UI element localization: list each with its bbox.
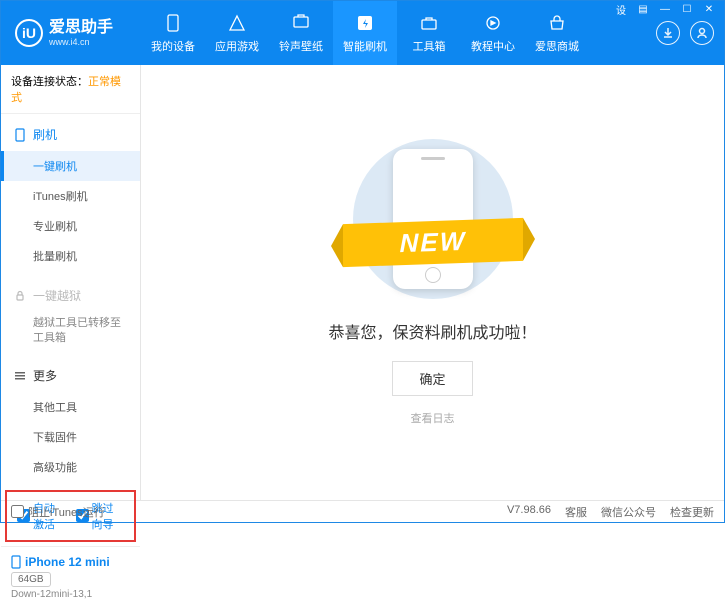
phone-icon [13, 128, 27, 142]
connection-status: 设备连接状态：正常模式 [1, 65, 140, 114]
nav-ringtone[interactable]: 铃声壁纸 [269, 1, 333, 65]
app-url: www.i4.cn [49, 37, 113, 47]
minimize-icon[interactable]: — [655, 2, 675, 16]
lock-icon [13, 289, 27, 303]
sidebar-item-oneclick-flash[interactable]: 一键刷机 [1, 151, 140, 181]
app-name: 爱思助手 [49, 19, 113, 37]
main-nav: 我的设备应用游戏铃声壁纸智能刷机工具箱教程中心爱思商城 [141, 1, 656, 65]
sidebar-item-batch-flash[interactable]: 批量刷机 [1, 241, 140, 271]
window-controls: 设 ▤ — ☐ ✕ [605, 0, 725, 18]
device-model: Down-12mini-13,1 [11, 589, 130, 600]
nav-apps[interactable]: 应用游戏 [205, 1, 269, 65]
nav-flash[interactable]: 智能刷机 [333, 1, 397, 65]
sidebar-item-pro-flash[interactable]: 专业刷机 [1, 211, 140, 241]
wechat-link[interactable]: 微信公众号 [601, 504, 656, 520]
device-storage: 64GB [11, 572, 51, 587]
phone-icon [162, 12, 184, 34]
logo: iU 爱思助手 www.i4.cn [1, 19, 141, 47]
phone-icon [11, 555, 21, 569]
success-illustration: NEW [333, 139, 533, 299]
sidebar: 设备连接状态：正常模式 刷机 一键刷机 iTunes刷机 专业刷机 批量刷机 一… [1, 65, 141, 500]
nav-toolbox[interactable]: 工具箱 [397, 1, 461, 65]
view-log-link[interactable]: 查看日志 [411, 410, 455, 426]
device-info[interactable]: iPhone 12 mini 64GB Down-12mini-13,1 [1, 546, 140, 608]
user-icon[interactable] [690, 21, 714, 45]
sidebar-item-itunes-flash[interactable]: iTunes刷机 [1, 181, 140, 211]
nav-shop[interactable]: 爱思商城 [525, 1, 589, 65]
sidebar-item-other-tools[interactable]: 其他工具 [1, 392, 140, 422]
sidebar-item-advanced[interactable]: 高级功能 [1, 452, 140, 482]
version-label: V7.98.66 [507, 504, 551, 520]
nav-tutorial[interactable]: 教程中心 [461, 1, 525, 65]
sidebar-item-download-firmware[interactable]: 下载固件 [1, 422, 140, 452]
sidebar-jailbreak-header[interactable]: 一键越狱 [1, 279, 140, 312]
ok-button[interactable]: 确定 [392, 361, 472, 396]
pin-icon[interactable]: ▤ [633, 2, 653, 16]
logo-icon: iU [15, 19, 43, 47]
download-icon[interactable] [656, 21, 680, 45]
settings-icon[interactable]: 设 [611, 2, 631, 16]
tutorial-icon [482, 12, 504, 34]
more-icon [13, 368, 27, 382]
apps-icon [226, 12, 248, 34]
toolbox-icon [418, 12, 440, 34]
jailbreak-note: 越狱工具已转移至 工具箱 [1, 312, 140, 351]
close-icon[interactable]: ✕ [699, 2, 719, 16]
nav-phone[interactable]: 我的设备 [141, 1, 205, 65]
sidebar-more-header[interactable]: 更多 [1, 359, 140, 392]
service-link[interactable]: 客服 [565, 504, 587, 520]
sidebar-flash-header[interactable]: 刷机 [1, 118, 140, 151]
success-message: 恭喜您，保资料刷机成功啦！ [328, 319, 536, 343]
maximize-icon[interactable]: ☐ [677, 2, 697, 16]
main-content: NEW 恭喜您，保资料刷机成功啦！ 确定 查看日志 [141, 65, 724, 500]
ringtone-icon [290, 12, 312, 34]
shop-icon [546, 12, 568, 34]
flash-icon [354, 12, 376, 34]
block-itunes-checkbox[interactable]: 阻止iTunes运行 [11, 504, 105, 520]
new-banner: NEW [343, 218, 523, 267]
check-update-link[interactable]: 检查更新 [670, 504, 714, 520]
